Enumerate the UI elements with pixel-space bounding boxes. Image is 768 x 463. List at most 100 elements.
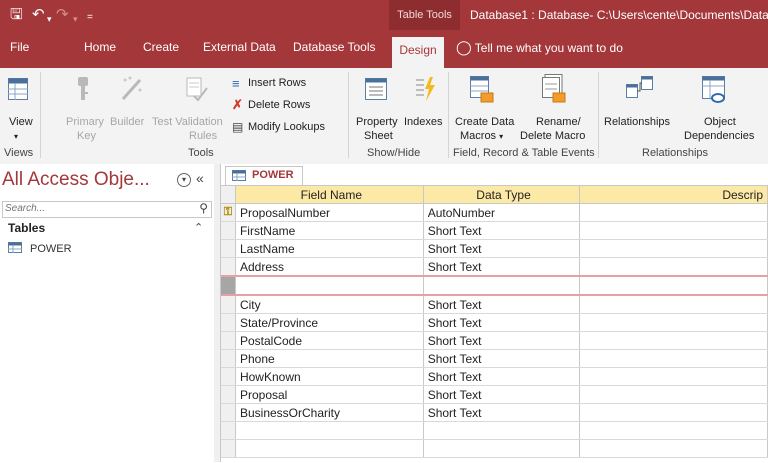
- row-selector[interactable]: [221, 367, 236, 386]
- nav-dropdown-icon[interactable]: ▾: [177, 173, 191, 187]
- header-data-type[interactable]: Data Type: [423, 186, 581, 204]
- table-row[interactable]: Address Short Text: [221, 257, 768, 277]
- row-selector[interactable]: [221, 421, 236, 440]
- data-type-cell[interactable]: Short Text: [423, 367, 581, 386]
- header-description[interactable]: Descrip: [579, 186, 768, 204]
- search-icon[interactable]: ⚲: [199, 201, 208, 215]
- field-name-cell[interactable]: FirstName: [235, 221, 424, 240]
- data-type-cell[interactable]: Short Text: [423, 257, 581, 277]
- field-name-cell[interactable]: LastName: [235, 239, 424, 258]
- description-cell[interactable]: [579, 331, 768, 350]
- table-row[interactable]: [221, 275, 768, 296]
- shutter-bar-close-icon[interactable]: «: [196, 170, 204, 186]
- modify-lookups-button[interactable]: ▤ Modify Lookups: [232, 120, 344, 136]
- table-row[interactable]: BusinessOrCharity Short Text: [221, 403, 768, 422]
- description-cell[interactable]: [579, 257, 768, 277]
- tab-design[interactable]: Design: [392, 37, 444, 68]
- row-selector[interactable]: [221, 239, 236, 258]
- data-type-cell[interactable]: Short Text: [423, 221, 581, 240]
- description-cell[interactable]: [579, 295, 768, 314]
- nav-item-power[interactable]: POWER: [8, 242, 72, 255]
- tab-file[interactable]: File: [10, 30, 29, 68]
- nav-section-tables[interactable]: Tables: [8, 221, 45, 235]
- description-cell[interactable]: [579, 239, 768, 258]
- table-row[interactable]: PostalCode Short Text: [221, 331, 768, 350]
- description-cell[interactable]: [579, 203, 768, 222]
- tab-external-data[interactable]: External Data: [203, 30, 276, 68]
- row-selector[interactable]: [221, 313, 236, 332]
- row-selector[interactable]: [221, 331, 236, 350]
- field-name-cell[interactable]: State/Province: [235, 313, 424, 332]
- document-tab-power[interactable]: POWER: [225, 166, 303, 185]
- view-button[interactable]: View ▾: [0, 68, 36, 144]
- insert-rows-button[interactable]: ≡ Insert Rows: [232, 76, 324, 92]
- description-cell[interactable]: [579, 367, 768, 386]
- table-row[interactable]: LastName Short Text: [221, 239, 768, 258]
- description-cell[interactable]: [579, 275, 768, 296]
- row-selector[interactable]: [221, 349, 236, 368]
- row-selector-primary-key[interactable]: ⚿: [221, 203, 236, 222]
- field-name-cell[interactable]: Address: [235, 257, 424, 277]
- table-row[interactable]: Phone Short Text: [221, 349, 768, 368]
- description-cell[interactable]: [579, 421, 768, 440]
- undo-icon[interactable]: ↶: [32, 6, 45, 24]
- table-row[interactable]: FirstName Short Text: [221, 221, 768, 240]
- nav-search-input[interactable]: [3, 202, 185, 215]
- row-selector[interactable]: [221, 275, 236, 296]
- data-type-cell[interactable]: Short Text: [423, 295, 581, 314]
- description-cell[interactable]: [579, 313, 768, 332]
- data-type-cell[interactable]: Short Text: [423, 385, 581, 404]
- table-row[interactable]: HowKnown Short Text: [221, 367, 768, 386]
- field-name-cell[interactable]: BusinessOrCharity: [235, 403, 424, 422]
- data-type-cell[interactable]: AutoNumber: [423, 203, 581, 222]
- data-type-cell[interactable]: [423, 275, 581, 296]
- table-row[interactable]: Proposal Short Text: [221, 385, 768, 404]
- field-name-cell[interactable]: [235, 421, 424, 440]
- undo-dropdown-icon[interactable]: ▾: [47, 10, 52, 28]
- data-type-cell[interactable]: Short Text: [423, 331, 581, 350]
- save-icon[interactable]: 🖫: [10, 6, 23, 24]
- row-selector-header[interactable]: [221, 186, 236, 204]
- table-row[interactable]: City Short Text: [221, 295, 768, 314]
- pane-splitter[interactable]: [214, 164, 221, 462]
- table-row[interactable]: State/Province Short Text: [221, 313, 768, 332]
- row-selector[interactable]: [221, 257, 236, 277]
- row-selector[interactable]: [221, 403, 236, 422]
- description-cell[interactable]: [579, 439, 768, 458]
- field-name-cell[interactable]: [235, 439, 424, 458]
- row-selector[interactable]: [221, 221, 236, 240]
- field-name-cell[interactable]: Phone: [235, 349, 424, 368]
- row-selector[interactable]: [221, 439, 236, 458]
- tab-home[interactable]: Home: [84, 30, 116, 68]
- nav-pane-title[interactable]: All Access Obje...: [2, 169, 150, 191]
- tab-database-tools[interactable]: Database Tools: [293, 30, 376, 68]
- data-type-cell[interactable]: Short Text: [423, 313, 581, 332]
- field-name-cell[interactable]: City: [235, 295, 424, 314]
- field-name-cell[interactable]: [235, 275, 424, 296]
- table-row[interactable]: [221, 439, 768, 458]
- data-type-cell[interactable]: Short Text: [423, 349, 581, 368]
- description-cell[interactable]: [579, 385, 768, 404]
- object-dependencies-button[interactable]: Object Dependencies: [676, 68, 756, 144]
- data-type-cell[interactable]: Short Text: [423, 239, 581, 258]
- create-data-macros-dropdown-icon[interactable]: ▾: [499, 132, 503, 141]
- table-row[interactable]: [221, 421, 768, 440]
- relationships-button[interactable]: Relationships: [602, 68, 674, 144]
- field-name-cell[interactable]: ProposalNumber: [235, 203, 424, 222]
- collapse-section-icon[interactable]: ⌃: [194, 221, 203, 234]
- field-name-cell[interactable]: HowKnown: [235, 367, 424, 386]
- row-selector[interactable]: [221, 385, 236, 404]
- tab-create[interactable]: Create: [143, 30, 179, 68]
- tell-me-box[interactable]: ◯ Tell me what you want to do: [456, 30, 623, 68]
- header-field-name[interactable]: Field Name: [235, 186, 424, 204]
- rename-delete-macro-button[interactable]: Rename/ Delete Macro: [516, 68, 594, 144]
- table-row[interactable]: ⚿ ProposalNumber AutoNumber: [221, 203, 768, 222]
- property-sheet-button[interactable]: Property Sheet: [350, 68, 404, 144]
- field-name-cell[interactable]: PostalCode: [235, 331, 424, 350]
- create-data-macros-button[interactable]: Create Data Macros ▾: [452, 68, 514, 144]
- description-cell[interactable]: [579, 403, 768, 422]
- view-dropdown-icon[interactable]: ▾: [14, 130, 18, 143]
- customize-toolbar-icon[interactable]: =: [87, 9, 93, 27]
- description-cell[interactable]: [579, 349, 768, 368]
- delete-rows-button[interactable]: ✗ Delete Rows: [232, 97, 324, 114]
